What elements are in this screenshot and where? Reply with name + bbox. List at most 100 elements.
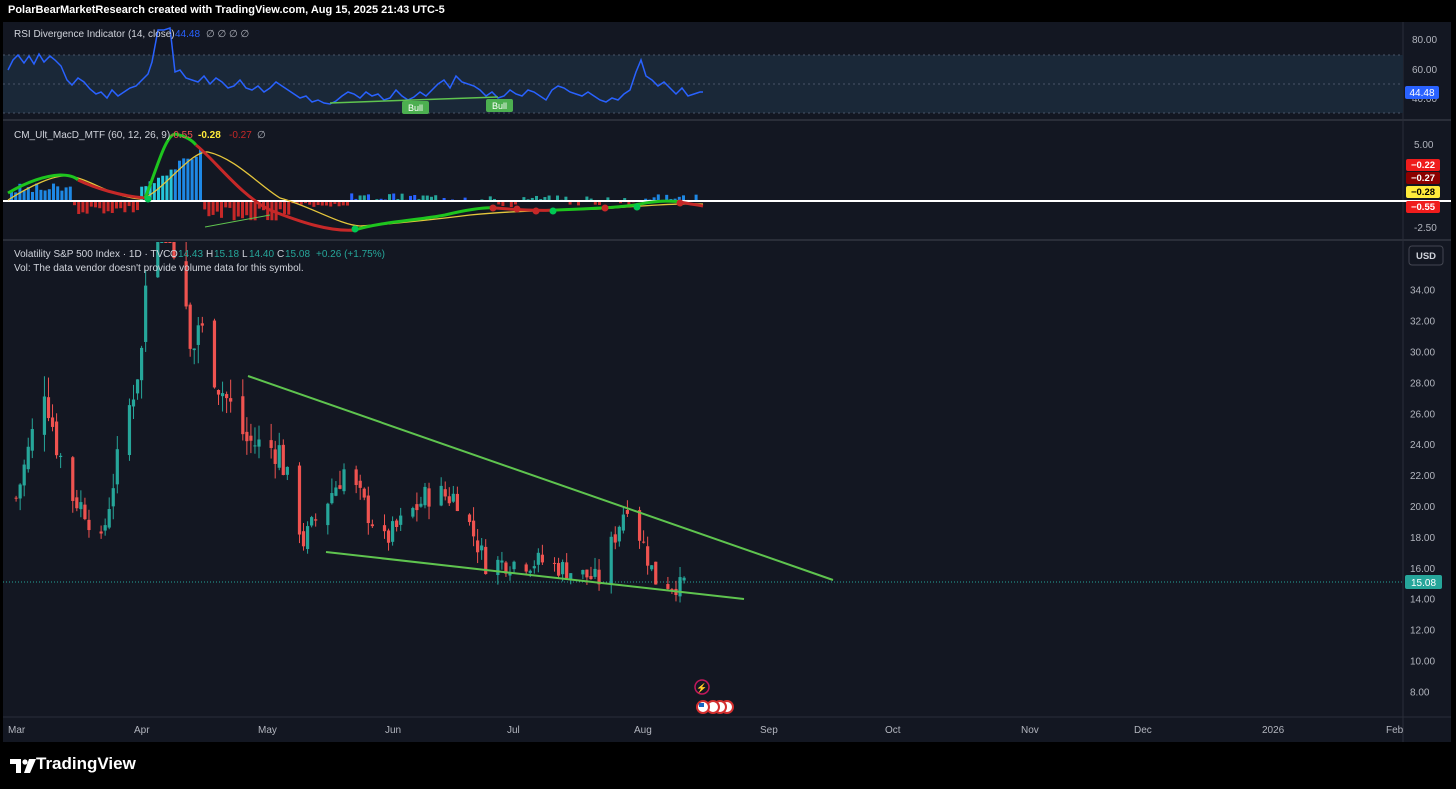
time-tick: Apr: [134, 725, 150, 736]
tradingview-snapshot: { "header": {"caption": "PolarBearMarket…: [0, 0, 1456, 789]
macd-bar: [98, 201, 102, 209]
macd-bar: [241, 201, 244, 219]
high-value: 15.18: [214, 249, 239, 260]
candle-body: [196, 325, 200, 345]
candle-body: [556, 563, 561, 576]
candle-body: [641, 541, 646, 543]
price-tick: 14.00: [1410, 595, 1435, 606]
candle-body: [42, 396, 47, 435]
candle-body: [637, 510, 642, 541]
macd-bar: [115, 201, 118, 209]
macd-bar: [14, 192, 18, 201]
candle-body: [139, 347, 144, 381]
candle-body: [30, 429, 34, 451]
macd-bar: [60, 190, 64, 201]
macd-title[interactable]: CM_Ult_MacD_MTF (60, 12, 26, 9): [14, 130, 170, 141]
candle-body: [257, 439, 261, 447]
macd-line-down: [77, 178, 146, 200]
macd-tick-5: 5.00: [1414, 140, 1434, 151]
price-tick: 24.00: [1410, 440, 1435, 451]
macd-tick-neg2.5: -2.50: [1414, 223, 1437, 234]
macd-bar: [207, 201, 211, 217]
macd-bar: [194, 156, 198, 201]
candle-body: [229, 398, 233, 402]
macd-line-mixed: [494, 206, 556, 212]
macd-value-3: -0.27: [229, 130, 252, 141]
dividend-event-marker[interactable]: ⚡: [694, 679, 710, 695]
time-tick: Jul: [507, 725, 520, 736]
candle-body: [216, 389, 221, 395]
macd-bar: [52, 183, 55, 201]
time-tick: Dec: [1134, 725, 1152, 736]
price-tick: 12.00: [1410, 626, 1435, 637]
price-title[interactable]: Volatility S&P 500 Index · 1D · TVC: [14, 249, 170, 260]
bull-label-2: Bull: [486, 99, 513, 112]
candle-body: [59, 455, 63, 458]
candle-body: [467, 514, 472, 523]
change-value: +0.26 (+1.75%): [316, 249, 385, 260]
upper-trendline[interactable]: [247, 375, 834, 581]
macd-cross-dot: [532, 207, 540, 215]
candle-body: [188, 304, 192, 349]
candle-body: [447, 496, 451, 504]
macd-bar: [400, 193, 404, 201]
candle-body: [342, 469, 346, 492]
candle-body: [512, 561, 516, 570]
open-value: 14.43: [178, 249, 203, 260]
macd-bar: [119, 201, 123, 209]
lower-trendline[interactable]: [325, 551, 745, 600]
candle-body: [269, 440, 273, 448]
candle-body: [427, 488, 431, 507]
tradingview-logo-icon: [10, 759, 36, 773]
economic-events-markers[interactable]: [696, 700, 734, 714]
candle-body: [613, 534, 617, 543]
macd-signal-line: [7, 151, 704, 227]
macd-bar: [392, 193, 396, 201]
macd-bar: [81, 201, 85, 213]
candle-body: [107, 509, 111, 528]
rsi-title[interactable]: RSI Divergence Indicator (14, close): [14, 29, 175, 40]
candle-body: [455, 493, 459, 512]
volume-note: Vol: The data vendor doesn't provide vol…: [14, 263, 304, 274]
macd-bar: [249, 201, 253, 221]
time-axis[interactable]: Mar Apr May Jun Jul Aug Sep Oct Nov Dec 2026 Feb: [8, 725, 1404, 736]
macd-tag-text-4: −0.55: [1411, 202, 1436, 213]
macd-cross-dot: [144, 195, 152, 203]
candle-body: [14, 497, 18, 499]
candle-body: [285, 466, 289, 475]
macd-bar: [228, 201, 232, 208]
close-value: 15.08: [285, 249, 310, 260]
last-price-tag-text: 15.08: [1411, 578, 1436, 589]
candle-body: [75, 497, 79, 509]
candle-body: [395, 520, 399, 528]
candle-body: [666, 584, 670, 589]
price-tick: 10.00: [1410, 656, 1435, 667]
low-value: 14.40: [249, 249, 274, 260]
rsi-value: 44.48: [175, 29, 200, 40]
candle-body: [330, 493, 334, 504]
macd-bar: [102, 201, 106, 214]
macd-value-2: -0.28: [198, 130, 221, 141]
candle-body: [625, 510, 630, 514]
candlesticks: [14, 242, 686, 603]
time-tick: Nov: [1021, 725, 1039, 736]
close-label: C: [277, 249, 284, 260]
macd-bar: [203, 201, 207, 210]
candle-body: [585, 569, 589, 578]
candle-body: [415, 504, 419, 511]
candle-body: [390, 521, 395, 542]
macd-cross-dot: [513, 205, 521, 213]
macd-bar: [110, 201, 114, 214]
macd-bar: [245, 201, 249, 216]
candle-body: [277, 445, 281, 468]
rsi-pane: Bull Bull RSI Divergence Indicator (14, …: [3, 26, 1439, 114]
candle-body: [423, 486, 427, 506]
macd-bar: [161, 175, 165, 201]
price-tick: 22.00: [1410, 471, 1435, 482]
candle-body: [253, 445, 257, 447]
candle-body: [358, 480, 362, 488]
candle-body: [71, 457, 75, 501]
candle-body: [496, 559, 500, 576]
chart-svg[interactable]: Bull Bull RSI Divergence Indicator (14, …: [0, 0, 1456, 789]
candle-body: [135, 379, 140, 394]
